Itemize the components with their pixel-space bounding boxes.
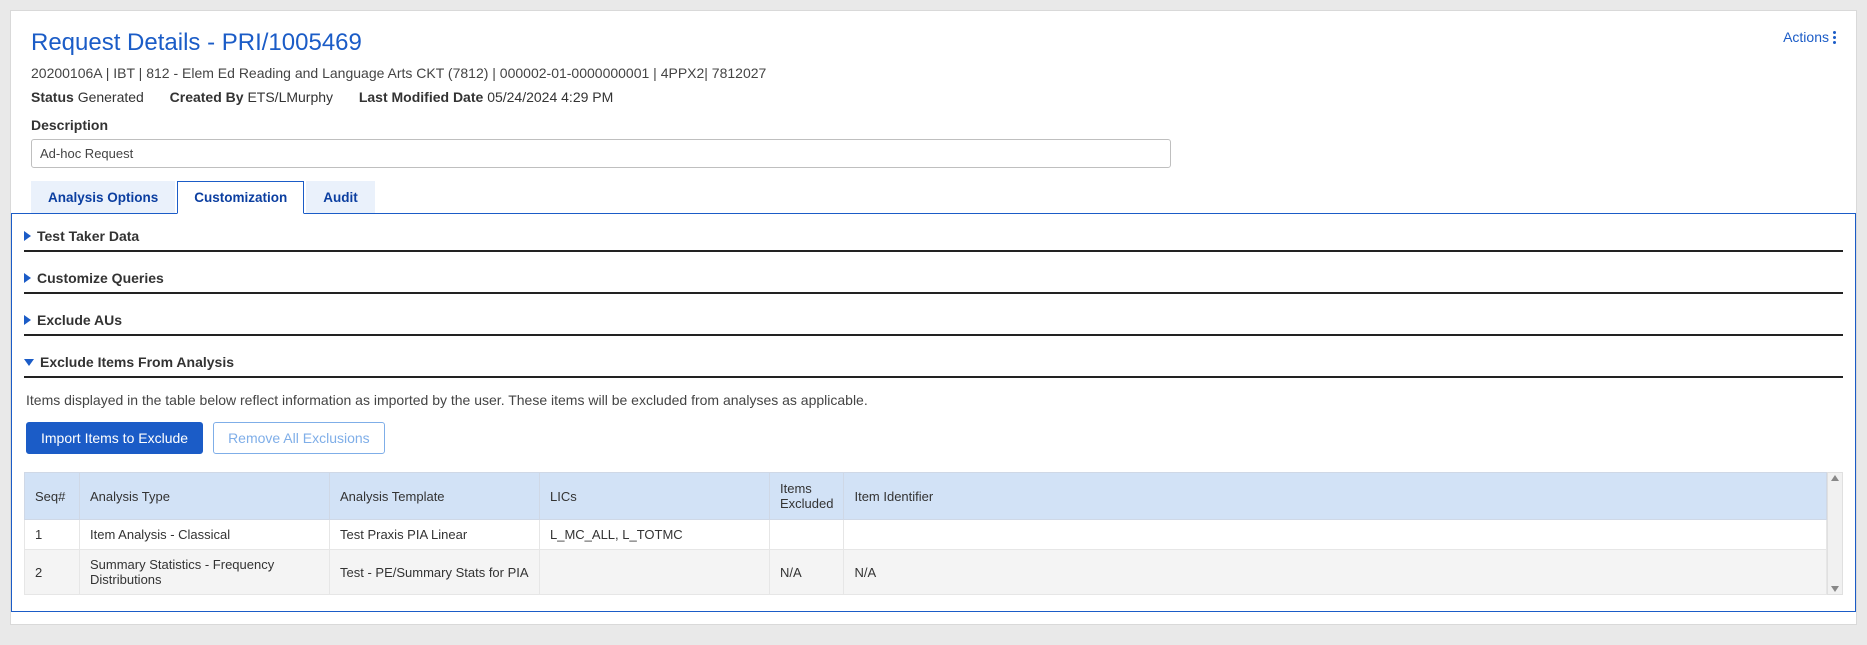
breadcrumb: 20200106A | IBT | 812 - Elem Ed Reading … xyxy=(31,65,1836,81)
tab-analysis-options[interactable]: Analysis Options xyxy=(31,181,175,213)
tab-bar: Analysis Options Customization Audit xyxy=(31,180,1836,213)
cell-lics: L_MC_ALL, L_TOTMC xyxy=(540,520,770,550)
col-header-analysis-template[interactable]: Analysis Template xyxy=(330,473,540,520)
accordion-label: Test Taker Data xyxy=(37,228,139,244)
description-label: Description xyxy=(31,117,1836,133)
accordion-test-taker-data[interactable]: Test Taker Data xyxy=(24,224,1843,252)
col-header-lics[interactable]: LICs xyxy=(540,473,770,520)
meta-row: Status Generated Created By ETS/LMurphy … xyxy=(31,89,1836,105)
cell-item-identifier xyxy=(844,520,1827,550)
exclude-info-text: Items displayed in the table below refle… xyxy=(24,378,1843,422)
request-details-panel: Request Details - PRI/1005469 Actions 20… xyxy=(10,10,1857,625)
table-row[interactable]: 1 Item Analysis - Classical Test Praxis … xyxy=(25,520,1827,550)
cell-seq: 2 xyxy=(25,550,80,595)
cell-seq: 1 xyxy=(25,520,80,550)
status-label: Status xyxy=(31,89,74,105)
cell-analysis-type: Item Analysis - Classical xyxy=(80,520,330,550)
cell-item-identifier: N/A xyxy=(844,550,1827,595)
table-scrollbar[interactable] xyxy=(1827,472,1843,595)
table-row[interactable]: 2 Summary Statistics - Frequency Distrib… xyxy=(25,550,1827,595)
exclusions-table: Seq# Analysis Type Analysis Template LIC… xyxy=(24,472,1827,595)
col-header-item-identifier[interactable]: Item Identifier xyxy=(844,473,1827,520)
accordion-label: Customize Queries xyxy=(37,270,164,286)
status-value: Generated xyxy=(78,89,144,105)
created-by-label: Created By xyxy=(170,89,244,105)
accordion-exclude-items[interactable]: Exclude Items From Analysis xyxy=(24,350,1843,378)
actions-label: Actions xyxy=(1783,29,1829,45)
page-title: Request Details - PRI/1005469 xyxy=(31,29,362,57)
kebab-icon xyxy=(1833,31,1836,44)
scroll-up-icon xyxy=(1831,475,1839,481)
created-by-value: ETS/LMurphy xyxy=(247,89,333,105)
remove-all-exclusions-button[interactable]: Remove All Exclusions xyxy=(213,422,385,454)
scroll-down-icon xyxy=(1831,586,1839,592)
accordion-customize-queries[interactable]: Customize Queries xyxy=(24,266,1843,294)
cell-items-excluded: N/A xyxy=(770,550,844,595)
col-header-items-excluded[interactable]: Items Excluded xyxy=(770,473,844,520)
cell-analysis-template: Test Praxis PIA Linear xyxy=(330,520,540,550)
last-modified-label: Last Modified Date xyxy=(359,89,483,105)
description-input[interactable] xyxy=(31,139,1171,168)
chevron-down-icon xyxy=(24,359,34,366)
col-header-seq[interactable]: Seq# xyxy=(25,473,80,520)
actions-menu[interactable]: Actions xyxy=(1783,29,1836,45)
chevron-right-icon xyxy=(24,315,31,325)
accordion-label: Exclude AUs xyxy=(37,312,122,328)
cell-analysis-template: Test - PE/Summary Stats for PIA xyxy=(330,550,540,595)
chevron-right-icon xyxy=(24,231,31,241)
cell-items-excluded xyxy=(770,520,844,550)
chevron-right-icon xyxy=(24,273,31,283)
col-header-analysis-type[interactable]: Analysis Type xyxy=(80,473,330,520)
accordion-exclude-aus[interactable]: Exclude AUs xyxy=(24,308,1843,336)
cell-analysis-type: Summary Statistics - Frequency Distribut… xyxy=(80,550,330,595)
tab-audit[interactable]: Audit xyxy=(306,181,375,213)
accordion-label: Exclude Items From Analysis xyxy=(40,354,234,370)
cell-lics xyxy=(540,550,770,595)
last-modified-value: 05/24/2024 4:29 PM xyxy=(487,89,613,105)
import-items-button[interactable]: Import Items to Exclude xyxy=(26,422,203,454)
tab-body-customization: Test Taker Data Customize Queries Exclud… xyxy=(11,213,1856,612)
tab-customization[interactable]: Customization xyxy=(177,181,304,214)
